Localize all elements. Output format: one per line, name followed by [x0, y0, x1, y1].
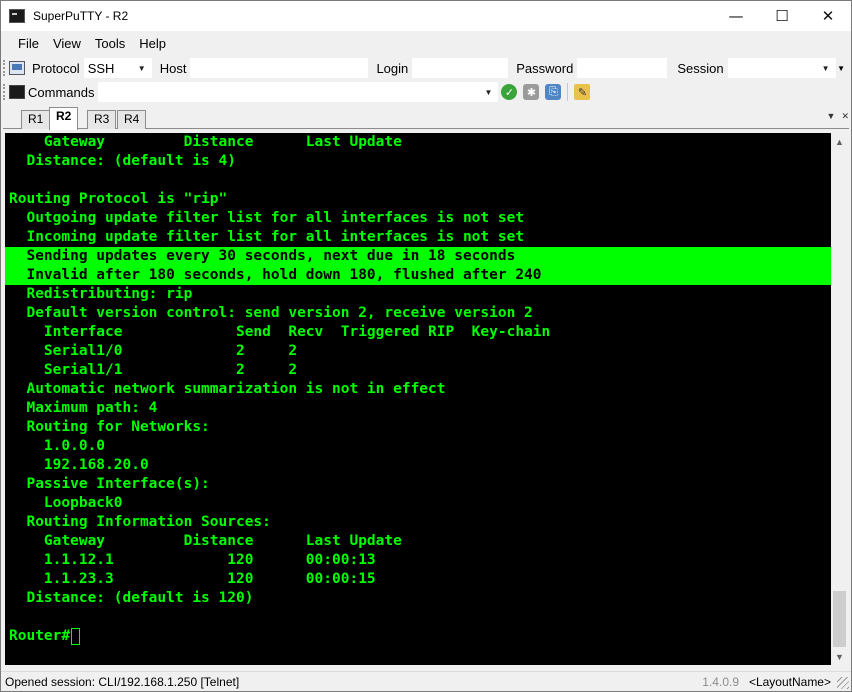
- terminal-app-icon: [9, 9, 25, 23]
- commands-input[interactable]: ▼: [98, 82, 499, 102]
- terminal-line: Serial1/1 2 2: [9, 362, 298, 378]
- menu-view[interactable]: View: [46, 36, 88, 51]
- layout-name: <LayoutName>: [748, 674, 831, 689]
- resize-grip-icon[interactable]: [837, 677, 849, 689]
- terminal-scrollbar[interactable]: ▲ ▼: [831, 133, 848, 665]
- session-select[interactable]: ▼: [727, 58, 836, 78]
- terminal-line-highlighted: Sending updates every 30 seconds, next d…: [5, 247, 831, 266]
- commands-label: Commands: [28, 84, 95, 100]
- terminal-line: Routing Information Sources:: [9, 514, 271, 530]
- terminal-line: 1.1.23.3 120 00:00:15: [9, 571, 376, 587]
- tab-r4[interactable]: R4: [117, 110, 147, 129]
- scroll-up-icon[interactable]: ▲: [831, 133, 848, 150]
- chevron-down-icon: ▼: [821, 63, 830, 73]
- host-label: Host: [159, 60, 187, 76]
- window-title: SuperPuTTY - R2: [33, 9, 129, 23]
- chevron-down-icon: ▼: [484, 87, 493, 97]
- toolbar-separator: [567, 83, 569, 101]
- computer-icon: [9, 61, 25, 75]
- status-bar: Opened session: CLI/192.168.1.250 [Telne…: [1, 671, 851, 691]
- tab-r2[interactable]: R2: [49, 107, 79, 130]
- edit-icon[interactable]: ✎: [574, 84, 591, 100]
- terminal-line: Routing for Networks:: [9, 419, 210, 435]
- terminal-line: Gateway Distance Last Update: [9, 533, 402, 549]
- terminal-line: Distance: (default is 4): [9, 153, 236, 169]
- password-label: Password: [516, 60, 574, 76]
- terminal-icon: [9, 85, 25, 99]
- terminal-line: Gateway Distance Last Update: [9, 134, 402, 150]
- terminal-cursor: [71, 627, 81, 645]
- chevron-down-icon: ▼: [137, 63, 146, 73]
- terminal-line: Incoming update filter list for all inte…: [9, 229, 525, 245]
- toolbar-overflow-icon[interactable]: ▼: [837, 64, 845, 73]
- session-label: Session: [677, 60, 724, 76]
- title-bar: SuperPuTTY - R2 — ☐ ✕: [1, 1, 851, 31]
- menu-help[interactable]: Help: [132, 36, 173, 51]
- menu-file[interactable]: File: [11, 36, 46, 51]
- close-tab-icon[interactable]: ✕: [841, 111, 849, 122]
- window-controls: — ☐ ✕: [713, 1, 851, 31]
- connection-toolbar: Protocol SSH ▼ Host Login Password Sessi…: [3, 57, 851, 79]
- terminal-line: Default version control: send version 2,…: [9, 305, 533, 321]
- toolbar-grip[interactable]: [3, 84, 6, 100]
- superputty-window: SuperPuTTY - R2 — ☐ ✕ File View Tools He…: [0, 0, 852, 692]
- close-button[interactable]: ✕: [805, 1, 851, 31]
- tab-nav: ▼ ✕: [827, 111, 849, 122]
- terminal-line: Serial1/0 2 2: [9, 343, 298, 359]
- terminal-line: Distance: (default is 120): [9, 590, 254, 606]
- tab-r3[interactable]: R3: [87, 110, 117, 129]
- login-label: Login: [376, 60, 409, 76]
- protocol-select[interactable]: SSH ▼: [83, 58, 152, 78]
- toolbar-grip[interactable]: [3, 60, 6, 76]
- menu-bar: File View Tools Help: [1, 33, 173, 53]
- version-label: 1.4.0.9: [702, 674, 739, 689]
- terminal-line-highlighted: Invalid after 180 seconds, hold down 180…: [5, 266, 831, 285]
- menu-tools[interactable]: Tools: [88, 36, 132, 51]
- copy-icon[interactable]: ⎘: [545, 84, 562, 100]
- terminal-line: 1.1.12.1 120 00:00:13: [9, 552, 376, 568]
- terminal-line: Routing Protocol is "rip": [9, 191, 228, 207]
- protocol-value: SSH: [87, 60, 115, 76]
- terminal-line: 192.168.20.0: [9, 457, 149, 473]
- password-input[interactable]: [577, 58, 668, 78]
- protocol-label: Protocol: [32, 60, 80, 76]
- host-input[interactable]: [190, 58, 369, 78]
- terminal-line: 1.0.0.0: [9, 438, 106, 454]
- terminal-line: Interface Send Recv Triggered RIP Key-ch…: [9, 324, 551, 340]
- scroll-down-icon[interactable]: ▼: [831, 648, 848, 665]
- session-tab-strip: R1 R2 R3 R4 ▼ ✕: [3, 107, 849, 130]
- terminal-line: Outgoing update filter list for all inte…: [9, 210, 525, 226]
- terminal-line: Redistributing: rip: [9, 286, 193, 302]
- terminal-line: Automatic network summarization is not i…: [9, 381, 446, 397]
- session-status: Opened session: CLI/192.168.1.250 [Telne…: [5, 674, 240, 689]
- terminal-prompt: Router#: [5, 627, 831, 646]
- maximize-button[interactable]: ☐: [759, 1, 805, 31]
- terminal-line: Loopback0: [9, 495, 123, 511]
- commands-toolbar: Commands ▼ ✓ ✱ ⎘ ✎: [3, 81, 851, 103]
- terminal-line: Maximum path: 4: [9, 400, 158, 416]
- gear-icon[interactable]: ✱: [523, 84, 540, 100]
- terminal-output[interactable]: Gateway Distance Last Update Distance: (…: [5, 133, 831, 665]
- scrollbar-thumb[interactable]: [833, 591, 846, 647]
- send-check-icon[interactable]: ✓: [501, 84, 518, 100]
- minimize-button[interactable]: —: [713, 1, 759, 31]
- tab-r1[interactable]: R1: [21, 110, 51, 129]
- chevron-down-icon[interactable]: ▼: [827, 111, 836, 122]
- terminal-line: Passive Interface(s):: [9, 476, 210, 492]
- login-input[interactable]: [412, 58, 509, 78]
